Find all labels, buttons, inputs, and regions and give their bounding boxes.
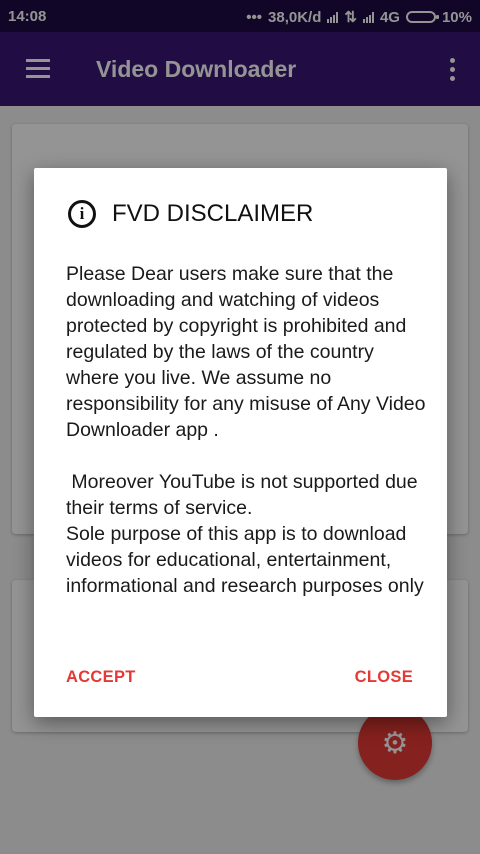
dialog-header: i FVD DISCLAIMER <box>68 200 313 228</box>
dialog-title: FVD DISCLAIMER <box>112 200 314 227</box>
close-button[interactable]: CLOSE <box>355 668 413 687</box>
accept-button[interactable]: ACCEPT <box>66 668 136 687</box>
dialog-body: Please Dear users make sure that the dow… <box>66 263 426 597</box>
info-icon: i <box>68 200 96 228</box>
disclaimer-dialog: i FVD DISCLAIMER Please Dear users make … <box>34 168 447 717</box>
